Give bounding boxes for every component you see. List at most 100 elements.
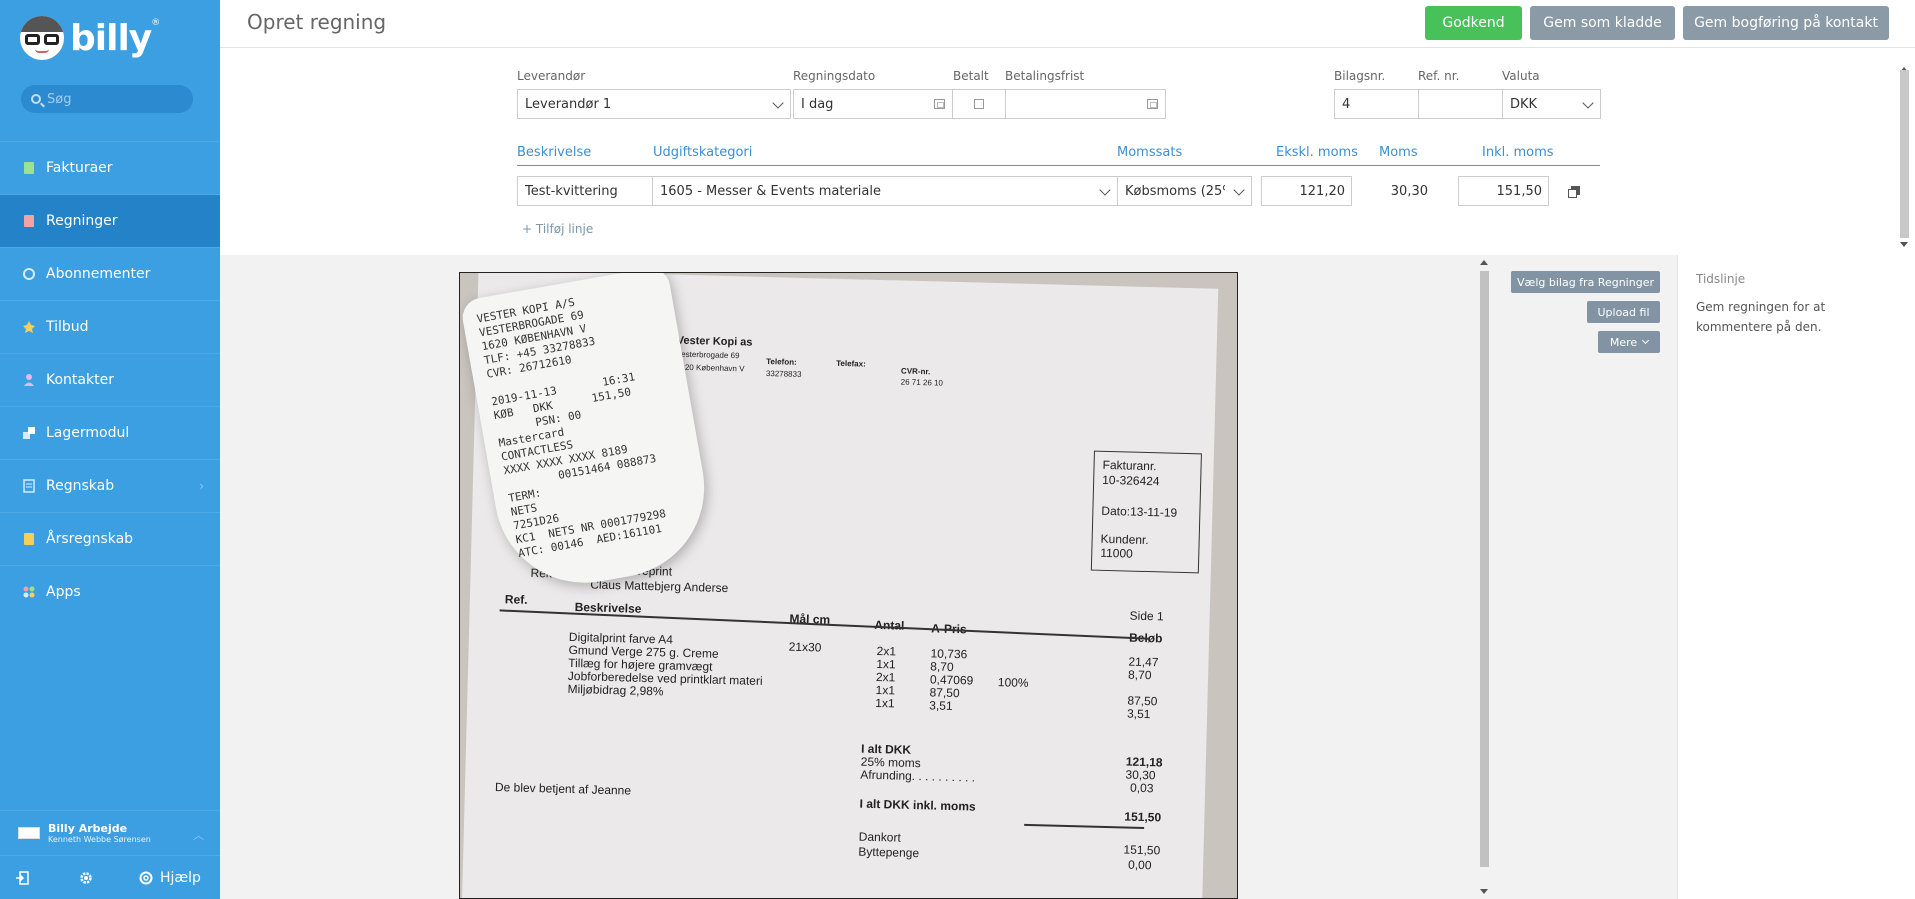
accounting-icon	[22, 479, 36, 493]
chevron-right-icon: ›	[199, 479, 204, 493]
line-category-value: 1605 - Messer & Events materiale	[660, 183, 881, 199]
doc-card-label: Dankort	[858, 829, 901, 845]
organization-logo	[18, 826, 40, 839]
search-box[interactable]	[21, 85, 193, 113]
doc-change-label: Byttepenge	[858, 844, 920, 861]
choose-attachment-button[interactable]: Vælg bilag fra Regninger	[1511, 271, 1660, 293]
voucher-number-value: 4	[1342, 96, 1351, 112]
calendar-icon[interactable]	[934, 99, 945, 109]
doc-rounding-label: Afrunding. . . . . . . . . .	[860, 767, 976, 785]
line-vat-rate-value: Købsmoms (25%	[1125, 183, 1225, 199]
sidebar-item-label: Fakturaer	[46, 160, 113, 176]
ref-label: Ref. nr.	[1418, 69, 1460, 83]
page-title: Opret regning	[247, 10, 387, 34]
currency-select[interactable]: DKK	[1502, 89, 1601, 119]
more-label: Mere	[1609, 335, 1638, 349]
sidebar-item-label: Lagermodul	[46, 425, 130, 441]
paid-cell	[952, 89, 1006, 119]
doc-item-qty: 1x1	[875, 695, 895, 710]
line-excl-vat-input[interactable]: 121,20	[1261, 176, 1352, 206]
inventory-icon	[22, 426, 36, 440]
doc-phone-label: Telefon:	[766, 356, 797, 367]
save-on-contact-button[interactable]: Gem bogføring på kontakt	[1683, 6, 1889, 40]
quote-icon	[22, 320, 36, 334]
sidebar-item-aarsregnskab[interactable]: Årsregnskab	[0, 512, 220, 565]
doc-address1: Vesterbrogade 69	[676, 349, 740, 361]
sidebar-item-regnskab[interactable]: Regnskab ›	[0, 459, 220, 512]
bill-date-field[interactable]: I dag	[793, 89, 953, 119]
form-scrollbar[interactable]	[1897, 62, 1911, 252]
billy-logo[interactable]: billy®	[20, 16, 160, 60]
sidebar-item-abonnementer[interactable]: Abonnementer	[0, 247, 220, 300]
search-input[interactable]	[47, 91, 187, 107]
due-date-label: Betalingsfrist	[1005, 69, 1085, 83]
doc-phone: 33278833	[765, 368, 802, 379]
scrollbar-thumb[interactable]	[1480, 271, 1489, 867]
upload-file-button[interactable]: Upload fil	[1587, 301, 1660, 323]
sidebar-item-label: Abonnementer	[46, 266, 151, 282]
sidebar-item-regninger[interactable]: Regninger	[0, 194, 220, 247]
lifebuoy-icon	[138, 870, 154, 886]
scroll-up-icon[interactable]	[1480, 260, 1488, 265]
approve-button[interactable]: Godkend	[1425, 6, 1522, 40]
settings-gear-icon[interactable]	[78, 870, 94, 886]
voucher-number-input[interactable]: 4	[1334, 89, 1420, 119]
doc-item-size: 21x30	[788, 639, 822, 655]
ref-number-input[interactable]	[1418, 89, 1504, 119]
doc-item-price: 3,51	[929, 697, 953, 713]
organization-switcher[interactable]: Billy Arbejde Kenneth Webbe Sørensen ︿	[0, 810, 220, 854]
line-incl-vat-input[interactable]: 151,50	[1458, 176, 1549, 206]
more-button[interactable]: Mere	[1598, 331, 1660, 353]
doc-address2: 1620 København V	[675, 362, 745, 374]
scrollbar-thumb[interactable]	[1900, 70, 1909, 238]
paid-checkbox[interactable]	[974, 99, 984, 109]
currency-label: Valuta	[1502, 69, 1540, 83]
add-line-button[interactable]: + Tilføj linje	[522, 222, 593, 236]
calendar-icon[interactable]	[1147, 99, 1158, 109]
line-description-input[interactable]: Test-kvittering	[517, 176, 653, 206]
sidebar-item-apps[interactable]: Apps	[0, 565, 220, 618]
main-nav: Fakturaer Regninger Abonnementer Tilbud …	[0, 141, 220, 618]
line-excl-vat-value: 121,20	[1299, 183, 1346, 199]
invoice-icon	[22, 161, 36, 175]
scroll-down-icon[interactable]	[1480, 889, 1488, 894]
doc-invoice-label: Fakturanr.	[1102, 457, 1157, 474]
sidebar-item-tilbud[interactable]: Tilbud	[0, 300, 220, 353]
due-date-field[interactable]	[1005, 89, 1166, 119]
help-button[interactable]: Hjælp	[138, 870, 201, 886]
sidebar-item-label: Regnskab	[46, 478, 115, 494]
sidebar-item-lagermodul[interactable]: Lagermodul	[0, 406, 220, 459]
save-draft-button[interactable]: Gem som kladde	[1530, 6, 1675, 40]
sidebar-item-fakturaer[interactable]: Fakturaer	[0, 141, 220, 194]
doc-change: 0,00	[1127, 857, 1152, 873]
timeline-message: Gem regningen for at kommentere på den.	[1696, 300, 1826, 334]
bill-date-value: I dag	[801, 96, 834, 112]
voucher-label: Bilagsnr.	[1334, 69, 1386, 83]
doc-item-amount: 3,51	[1126, 706, 1151, 722]
logout-icon[interactable]	[14, 870, 30, 886]
duplicate-line-icon[interactable]	[1568, 186, 1580, 198]
sidebar-item-label: Regninger	[46, 213, 118, 229]
currency-value: DKK	[1510, 96, 1538, 112]
preview-scrollbar[interactable]	[1477, 255, 1491, 899]
sidebar-item-label: Tilbud	[46, 319, 89, 335]
col-category: Udgiftskategori	[653, 145, 753, 160]
line-vat-rate-select[interactable]: Købsmoms (25%	[1117, 176, 1252, 206]
chevron-up-icon: ︿	[193, 829, 204, 842]
doc-rekv2: Claus Mattebjerg Anderse	[590, 577, 729, 596]
sidebar-item-kontakter[interactable]: Kontakter	[0, 353, 220, 406]
scroll-down-icon[interactable]	[1900, 242, 1908, 247]
doc-cvr: 26 71 26 10	[900, 377, 944, 388]
invoice-info-box: Fakturanr. 10-326424 Dato:13-11-19 Kunde…	[1090, 450, 1202, 574]
doc-col-ref: Ref.	[504, 592, 528, 607]
attachment-preview[interactable]: Vester Kopi as Vesterbrogade 69 1620 Køb…	[459, 272, 1238, 899]
user-name: Kenneth Webbe Sørensen	[48, 834, 151, 844]
line-category-select[interactable]: 1605 - Messer & Events materiale	[652, 176, 1118, 206]
sidebar-footer: Hjælp	[0, 855, 220, 899]
supplier-label: Leverandør	[517, 69, 586, 83]
doc-total-incl: 151,50	[1124, 809, 1162, 825]
doc-fax-label: Telefax:	[836, 358, 866, 369]
search-icon	[31, 94, 41, 104]
supplier-select[interactable]: Leverandør 1	[517, 89, 791, 119]
apps-icon	[22, 585, 36, 599]
